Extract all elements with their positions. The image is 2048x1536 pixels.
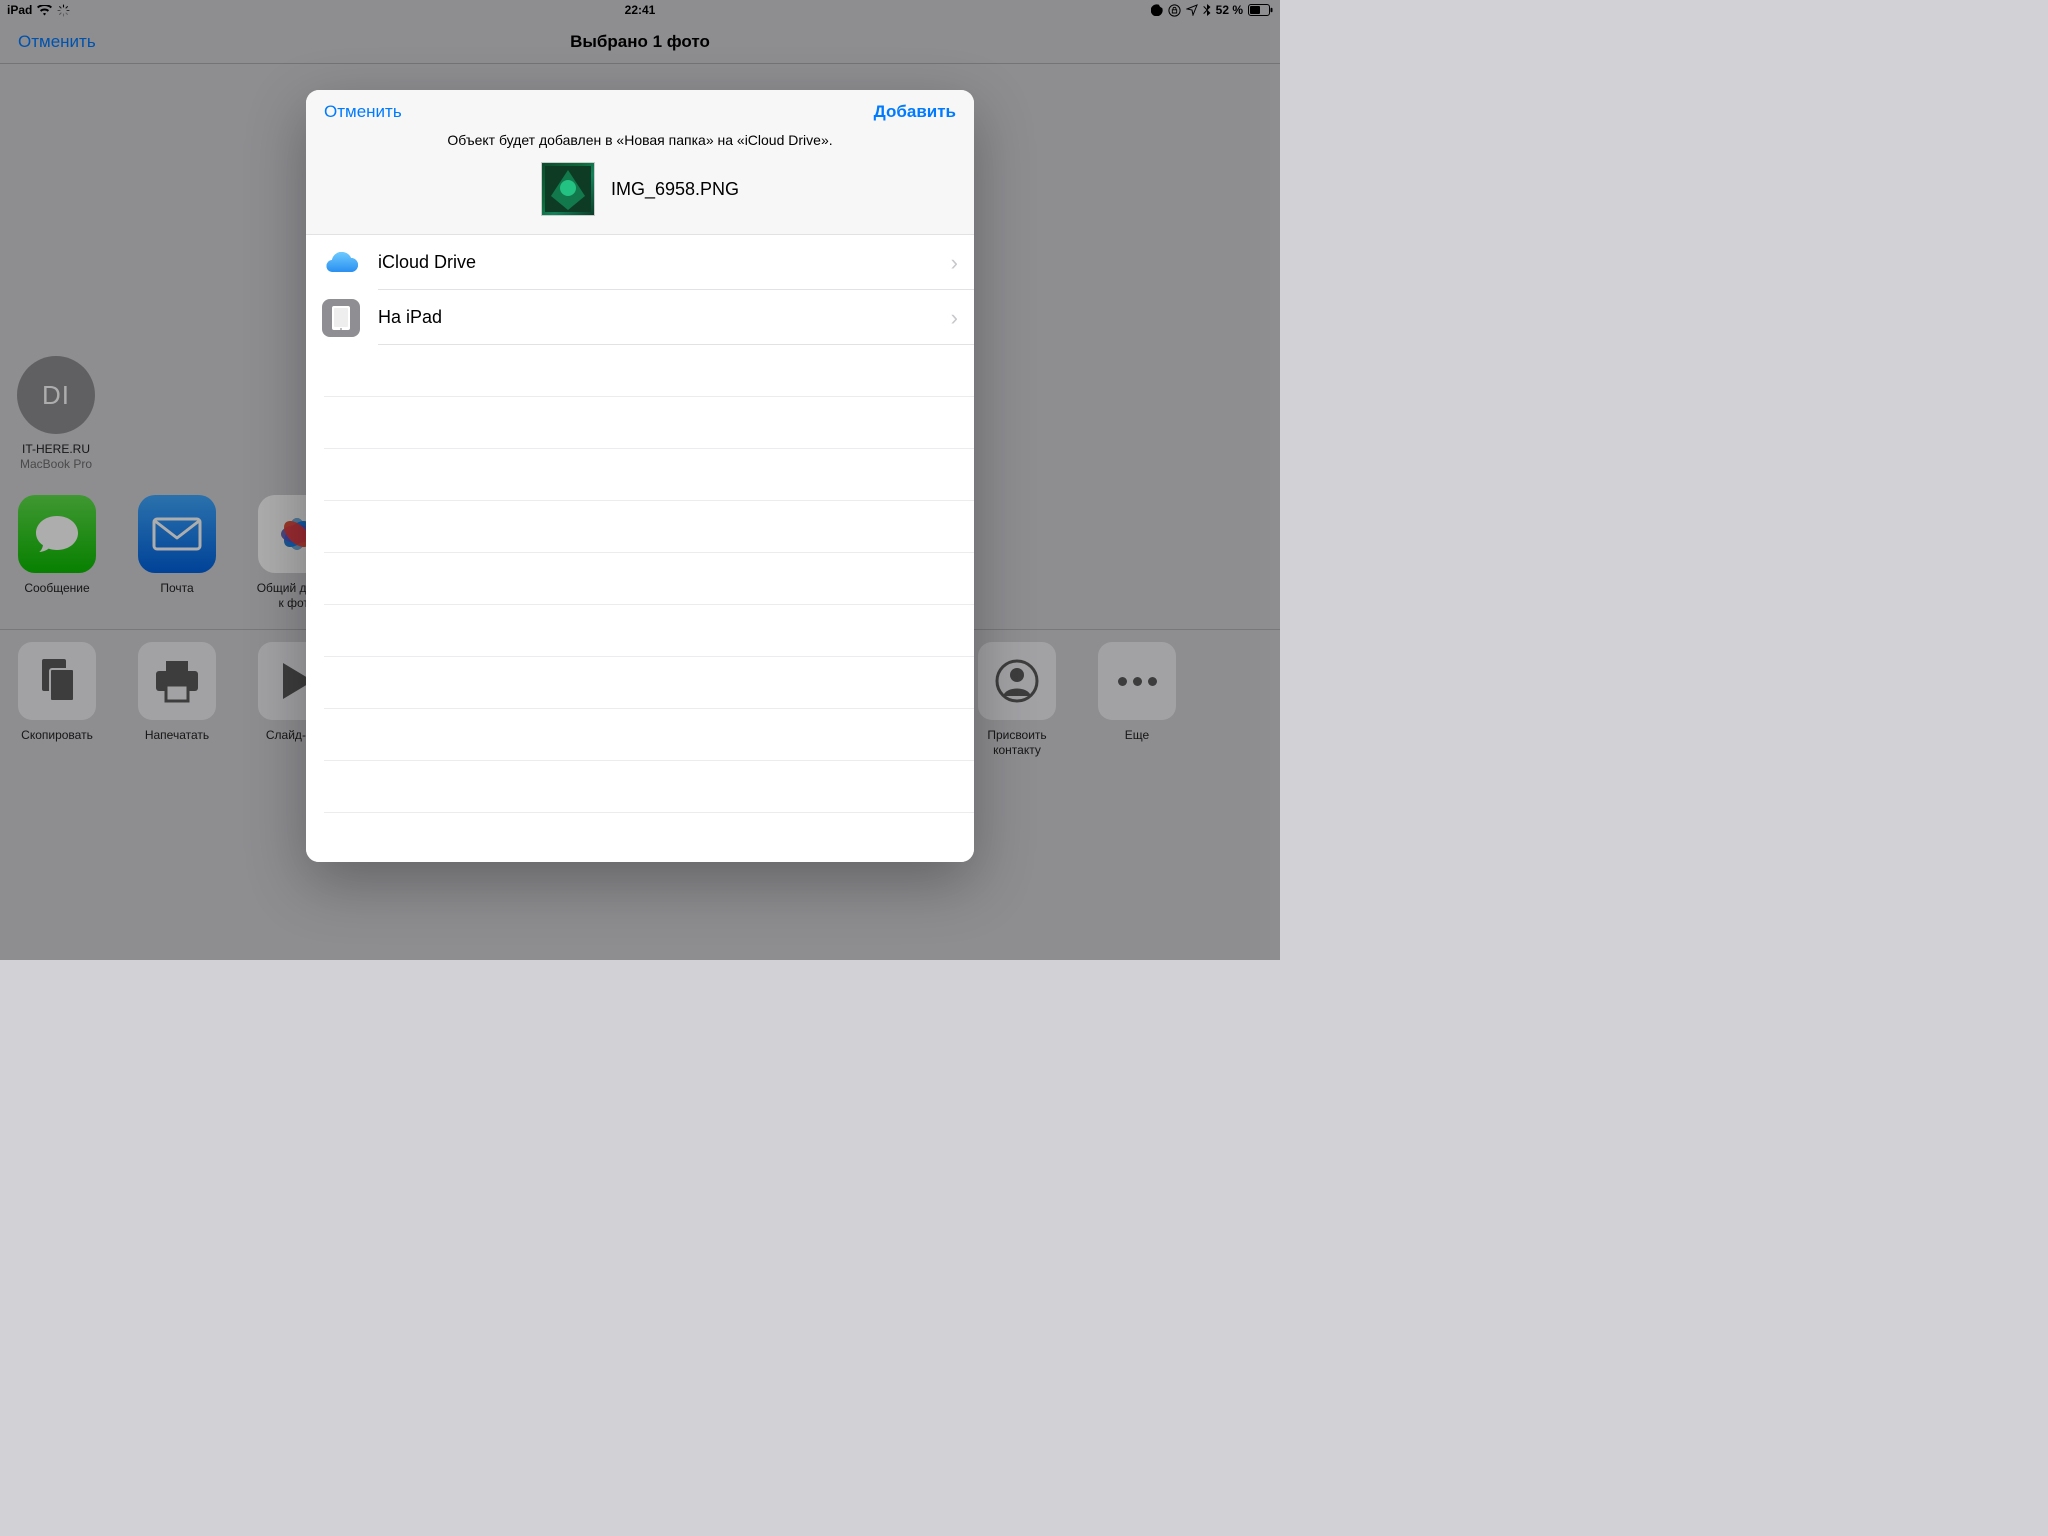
- list-divider: [306, 553, 974, 605]
- list-divider: [306, 397, 974, 449]
- chevron-right-icon: ›: [951, 250, 958, 276]
- list-divider: [306, 605, 974, 657]
- list-divider: [306, 501, 974, 553]
- location-on-ipad[interactable]: На iPad ›: [306, 290, 974, 345]
- list-divider: [306, 761, 974, 813]
- location-label: На iPad: [378, 307, 951, 328]
- list-divider: [306, 657, 974, 709]
- save-to-files-modal: Отменить Добавить Объект будет добавлен …: [306, 90, 974, 862]
- ipad-icon: [322, 299, 360, 337]
- modal-file-preview: IMG_6958.PNG: [306, 158, 974, 235]
- modal-cancel-button[interactable]: Отменить: [324, 102, 402, 122]
- modal-filename: IMG_6958.PNG: [611, 179, 739, 200]
- list-divider: [306, 449, 974, 501]
- location-label: iCloud Drive: [378, 252, 951, 273]
- list-divider: [306, 709, 974, 761]
- cloud-icon: [322, 244, 360, 282]
- modal-subtitle: Объект будет добавлен в «Новая папка» на…: [306, 126, 974, 158]
- modal-add-button[interactable]: Добавить: [874, 102, 956, 122]
- list-divider: [306, 345, 974, 397]
- location-icloud-drive[interactable]: iCloud Drive ›: [306, 235, 974, 290]
- modal-location-list: iCloud Drive › На iPad ›: [306, 235, 974, 862]
- chevron-right-icon: ›: [951, 305, 958, 331]
- file-thumbnail: [541, 162, 595, 216]
